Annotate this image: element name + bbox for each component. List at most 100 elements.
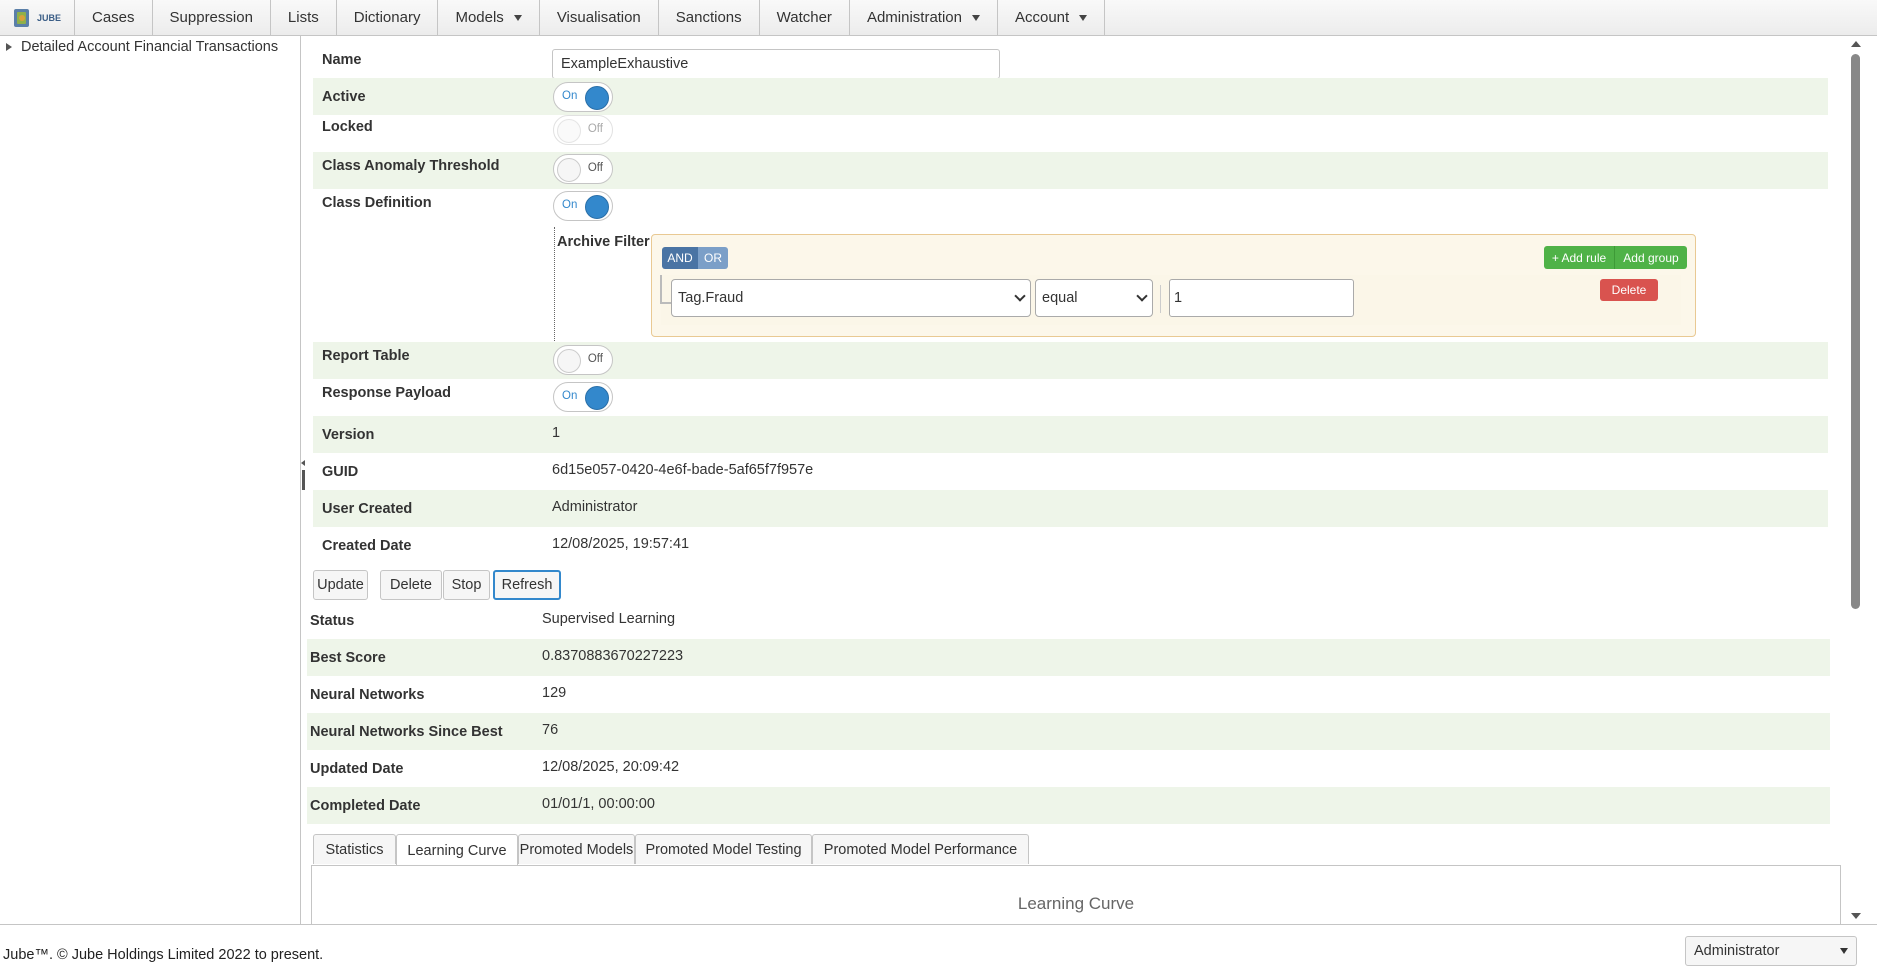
and-button[interactable]: AND: [662, 247, 698, 269]
vertical-scrollbar[interactable]: [1847, 36, 1864, 924]
scrollbar-thumb[interactable]: [1851, 54, 1860, 609]
archive-filter-label: Archive Filter: [557, 234, 650, 250]
nav-models[interactable]: Models: [438, 0, 540, 35]
class-anomaly-threshold-state: Off: [587, 162, 603, 174]
toggle-knob: [557, 119, 581, 143]
guid-value: 6d15e057-0420-4e6f-bade-5af65f7f957e: [552, 462, 814, 478]
row-completed-date: Completed Date 01/01/1, 00:00:00: [307, 787, 1830, 824]
nav-account[interactable]: Account: [998, 0, 1106, 35]
nav-suppression[interactable]: Suppression: [153, 0, 271, 35]
nn-since-best-value: 76: [542, 722, 559, 738]
row-version: Version 1: [313, 416, 1828, 453]
archive-filter: Archive Filter AND OR + Add rule Add gro…: [546, 227, 1836, 345]
rule-value-input[interactable]: 1: [1169, 279, 1354, 317]
status-label: Status: [310, 613, 355, 629]
nav-watcher-label: Watcher: [776, 9, 832, 26]
nav-administration[interactable]: Administration: [850, 0, 998, 35]
archive-filter-guide: [554, 227, 555, 345]
row-response-payload: Response Payload On: [313, 379, 1828, 416]
completed-date-label: Completed Date: [310, 798, 421, 814]
rule-operator-select[interactable]: equal: [1035, 279, 1153, 317]
panel-title: Learning Curve: [1017, 894, 1135, 913]
nav-sanctions-label: Sanctions: [675, 9, 742, 26]
tab-promoted-model-testing[interactable]: Promoted Model Testing: [635, 834, 812, 864]
rule-operator-value: equal: [1042, 290, 1078, 306]
add-rule-button[interactable]: + Add rule: [1544, 246, 1615, 269]
name-label: Name: [322, 52, 362, 68]
best-score-label: Best Score: [310, 650, 386, 666]
name-input[interactable]: [552, 49, 1000, 79]
stop-button[interactable]: Stop: [443, 570, 490, 600]
nav-lists[interactable]: Lists: [271, 0, 337, 35]
row-nn-since-best: Neural Networks Since Best 76: [307, 713, 1830, 750]
delete-rule-button[interactable]: Delete: [1600, 279, 1658, 301]
class-anomaly-threshold-toggle[interactable]: Off: [553, 154, 613, 184]
best-score-value: 0.8370883670227223: [542, 648, 684, 664]
model-tree: Detailed Account Financial Transactions: [0, 36, 301, 924]
nav-administration-label: Administration: [866, 9, 962, 26]
active-toggle[interactable]: On: [553, 82, 613, 112]
chevron-down-icon: [1136, 290, 1148, 302]
nav-sanctions[interactable]: Sanctions: [659, 0, 760, 35]
expand-arrow-icon[interactable]: [6, 43, 12, 51]
query-rule: Tag.Fraud equal 1 Delete: [660, 275, 1681, 325]
scroll-up-icon[interactable]: [1851, 41, 1861, 47]
tree-node[interactable]: Detailed Account Financial Transactions: [0, 36, 300, 55]
or-button[interactable]: OR: [698, 247, 728, 269]
row-locked: Locked Off: [313, 115, 1828, 152]
class-definition-toggle[interactable]: On: [553, 191, 613, 221]
nav-watcher[interactable]: Watcher: [760, 0, 850, 35]
nav-cases-label: Cases: [92, 9, 135, 26]
rule-field-select[interactable]: Tag.Fraud: [671, 279, 1031, 317]
neural-networks-label: Neural Networks: [310, 687, 425, 703]
logo-text: JUBE: [36, 12, 61, 23]
collapse-arrow-icon[interactable]: [301, 460, 305, 466]
tab-statistics[interactable]: Statistics: [313, 834, 396, 864]
main-content: Name Active On Locked Off Class Anomaly …: [307, 36, 1847, 924]
row-user-created: User Created Administrator: [313, 490, 1828, 527]
add-group-button[interactable]: Add group: [1615, 246, 1687, 269]
tabs-container: Statistics Learning Curve Promoted Model…: [307, 825, 1846, 924]
nav-lists-label: Lists: [287, 9, 319, 26]
class-definition-state: On: [562, 199, 578, 211]
tab-promoted-model-performance[interactable]: Promoted Model Performance: [812, 834, 1029, 864]
report-table-toggle[interactable]: Off: [553, 345, 613, 375]
updated-date-value: 12/08/2025, 20:09:42: [542, 759, 680, 775]
class-anomaly-threshold-label: Class Anomaly Threshold: [322, 158, 500, 174]
delete-button[interactable]: Delete: [380, 570, 442, 600]
toggle-knob: [585, 86, 609, 110]
refresh-button[interactable]: Refresh: [493, 570, 561, 600]
update-button[interactable]: Update: [313, 570, 368, 600]
nav-account-label: Account: [1014, 9, 1070, 26]
response-payload-toggle[interactable]: On: [553, 382, 613, 412]
chevron-down-icon: [1014, 290, 1026, 302]
pane-splitter[interactable]: [301, 460, 305, 490]
completed-date-value: 01/01/1, 00:00:00: [542, 796, 655, 812]
row-active: Active On: [313, 78, 1828, 115]
status-value: Supervised Learning: [542, 611, 676, 627]
jube-logo[interactable]: JUBE: [0, 0, 75, 35]
chevron-down-icon: [971, 14, 980, 21]
rule-separator: [1160, 285, 1161, 313]
nav-models-label: Models: [455, 9, 504, 26]
locked-toggle-state: Off: [587, 123, 603, 135]
nav-visualisation[interactable]: Visualisation: [540, 0, 659, 35]
created-date-value: 12/08/2025, 19:57:41: [552, 536, 690, 552]
report-table-state: Off: [587, 353, 603, 365]
user-select[interactable]: Administrator: [1685, 936, 1857, 966]
rule-field-value: Tag.Fraud: [678, 290, 744, 306]
toggle-knob: [585, 195, 609, 219]
created-date-label: Created Date: [322, 538, 412, 554]
active-label: Active: [322, 89, 366, 105]
nav-cases[interactable]: Cases: [75, 0, 153, 35]
row-report-table: Report Table Off: [313, 342, 1828, 379]
nav-dictionary[interactable]: Dictionary: [337, 0, 439, 35]
splitter-handle[interactable]: [302, 470, 305, 490]
guid-label: GUID: [322, 464, 359, 480]
tab-learning-curve[interactable]: Learning Curve: [396, 834, 518, 866]
nav-visualisation-label: Visualisation: [556, 9, 641, 26]
tab-promoted-models[interactable]: Promoted Models: [518, 834, 635, 864]
scroll-down-icon[interactable]: [1851, 913, 1861, 919]
updated-date-label: Updated Date: [310, 761, 404, 777]
nn-since-best-label: Neural Networks Since Best: [310, 724, 503, 740]
